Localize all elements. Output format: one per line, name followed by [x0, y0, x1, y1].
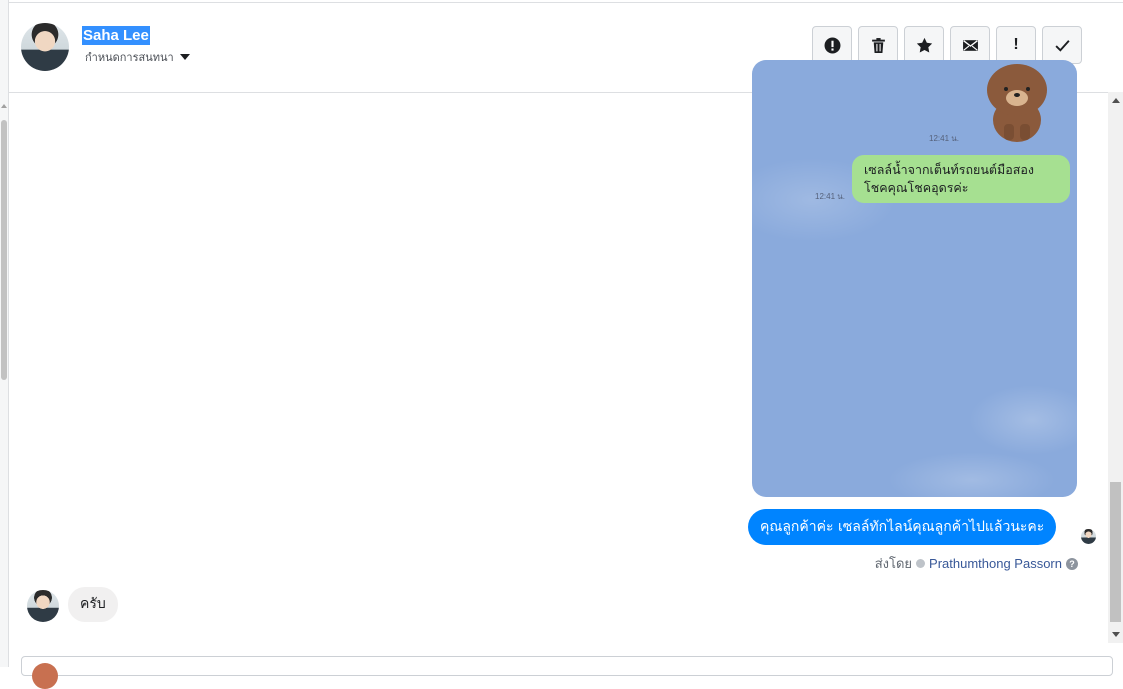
- line-chat-screenshot-image[interactable]: 12:41 น. 12:41 น. เซลล์น้ำจากเต็นท์รถยนต…: [752, 60, 1077, 497]
- help-icon[interactable]: ?: [1066, 557, 1078, 570]
- check-icon: [1054, 39, 1070, 52]
- thread-scrollbar[interactable]: [1108, 92, 1123, 643]
- scroll-down-arrow[interactable]: [1112, 632, 1120, 637]
- seen-avatar: [1081, 529, 1096, 544]
- trash-icon: [871, 37, 885, 53]
- incoming-sender-avatar[interactable]: [27, 590, 59, 622]
- reply-composer[interactable]: [21, 656, 1113, 689]
- bear-sticker-icon: [987, 64, 1047, 142]
- left-scrollbar[interactable]: [0, 0, 9, 667]
- exclamation-icon: !: [1013, 36, 1019, 53]
- caret-down-icon: [179, 54, 190, 60]
- incoming-message-bubble[interactable]: ครับ: [68, 587, 118, 622]
- outgoing-message-bubble[interactable]: คุณลูกค้าค่ะ เซลล์ทักไลน์คุณลูกค้าไปแล้ว…: [748, 509, 1057, 545]
- star-button[interactable]: [904, 26, 944, 64]
- sent-by-agent-link[interactable]: Prathumthong Passorn: [929, 556, 1062, 571]
- spam-button[interactable]: [812, 26, 852, 64]
- contact-avatar[interactable]: [21, 23, 69, 71]
- line-timestamp: 12:41 น.: [929, 134, 959, 143]
- verified-check-icon: [916, 559, 926, 568]
- sent-by-label: ส่งโดย: [874, 556, 913, 571]
- line-timestamp: 12:41 น.: [815, 192, 845, 201]
- mark-unread-button[interactable]: [950, 26, 990, 64]
- scroll-thumb[interactable]: [1110, 482, 1121, 622]
- scroll-thumb[interactable]: [1, 120, 7, 380]
- alert-circle-icon: [824, 37, 840, 53]
- sent-by-line: ส่งโดย Prathumthong Passorn ?: [875, 553, 1078, 574]
- scroll-up-arrow[interactable]: [1, 104, 7, 108]
- line-message-bubble: เซลล์น้ำจากเต็นท์รถยนต์มือสอง โชคคุณโชคอ…: [852, 155, 1070, 203]
- line-message-line: โชคคุณโชคอุดรค่ะ: [864, 180, 969, 195]
- star-icon: [916, 37, 932, 53]
- envelope-icon: [962, 39, 978, 51]
- conversation-toolbar: !: [812, 26, 1082, 64]
- line-message-line: เซลล์น้ำจากเต็นท์รถยนต์มือสอง: [864, 162, 1034, 177]
- delete-button[interactable]: [858, 26, 898, 64]
- conversation-settings-dropdown[interactable]: กำหนดการสนทนา: [85, 48, 190, 66]
- done-button[interactable]: [1042, 26, 1082, 64]
- contact-name[interactable]: Saha Lee: [82, 26, 150, 45]
- scroll-up-arrow[interactable]: [1112, 98, 1120, 103]
- conversation-settings-label: กำหนดการสนทนา: [85, 51, 174, 64]
- important-button[interactable]: !: [996, 26, 1036, 64]
